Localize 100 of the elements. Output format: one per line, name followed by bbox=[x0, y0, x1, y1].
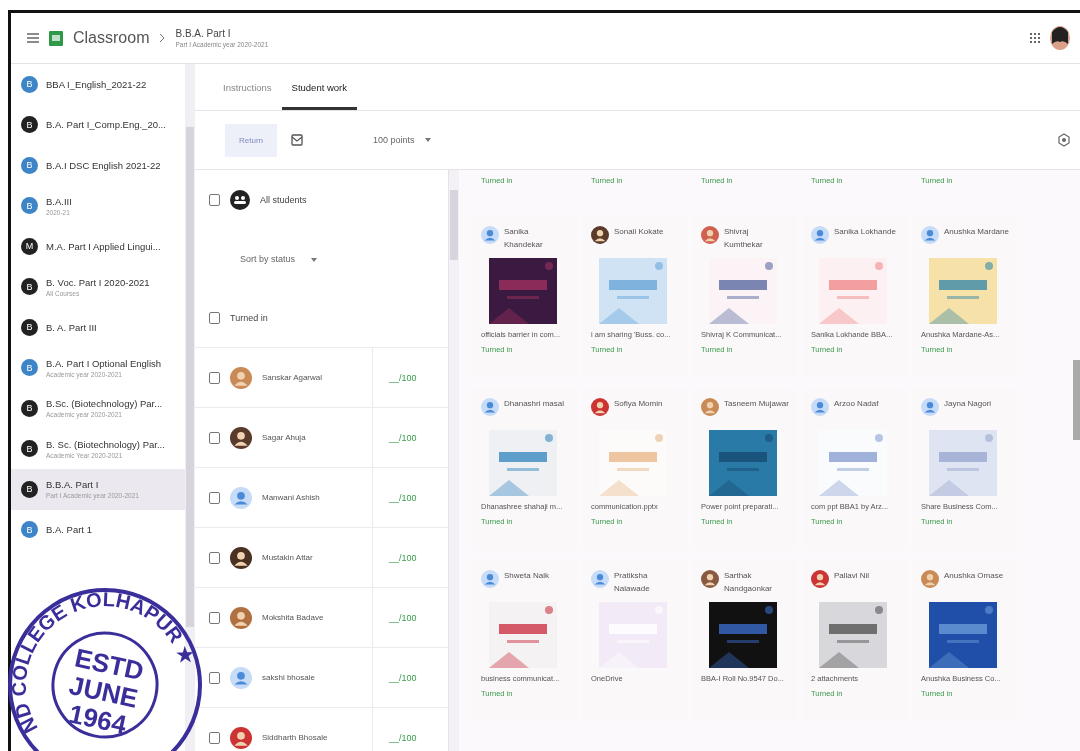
profile-photo-avatar-icon bbox=[701, 570, 719, 588]
grade-field[interactable]: __/100 bbox=[372, 648, 417, 707]
grade-field[interactable]: __/100 bbox=[372, 468, 417, 527]
class-title: B.B.A. Part I bbox=[175, 28, 232, 39]
class-avatar: B bbox=[21, 480, 38, 498]
class-avatar: B bbox=[21, 440, 38, 458]
grade-field[interactable]: __/100 bbox=[372, 588, 417, 647]
class-list-item[interactable]: M M.A. Part I Applied Lingui... bbox=[11, 226, 185, 267]
all-students-label: All students bbox=[260, 194, 307, 205]
class-name: B.A.III bbox=[46, 195, 72, 207]
caret-icon bbox=[424, 138, 431, 142]
checkbox[interactable] bbox=[209, 731, 220, 744]
group-icon bbox=[230, 189, 250, 210]
class-name: B.A. Part 1 bbox=[46, 524, 92, 536]
apps-grid-icon[interactable] bbox=[1030, 33, 1040, 43]
profile-photo-avatar-icon bbox=[230, 606, 252, 629]
settings-icon[interactable] bbox=[1058, 133, 1070, 147]
checkbox[interactable] bbox=[209, 671, 220, 684]
student-name: sakshi bhosale bbox=[262, 673, 316, 682]
class-avatar: B bbox=[21, 521, 38, 539]
classroom-logo-icon bbox=[49, 30, 63, 46]
profile-photo-avatar-icon bbox=[701, 398, 719, 416]
class-name: B.A. Part I_Comp.Eng._20... bbox=[46, 119, 166, 131]
profile-photo-avatar-icon bbox=[230, 546, 252, 569]
account-avatar-icon[interactable] bbox=[1050, 26, 1070, 50]
group-label: Turned in bbox=[230, 312, 268, 323]
checkbox[interactable] bbox=[209, 371, 220, 384]
app-name[interactable]: Classroom bbox=[73, 29, 150, 47]
student-name: Shivraj Kumthekar bbox=[724, 226, 764, 251]
class-name: B.A. Part I Optional English bbox=[46, 357, 162, 369]
person-avatar-icon bbox=[921, 398, 939, 416]
class-avatar: B bbox=[21, 116, 38, 134]
tab[interactable]: Instructions bbox=[213, 82, 282, 110]
chevron-right-icon bbox=[159, 33, 166, 43]
profile-photo-avatar-icon bbox=[230, 426, 252, 449]
class-name: B. Voc. Part I 2020-2021 bbox=[46, 276, 150, 288]
student-name: Dhanashri masal bbox=[504, 398, 565, 410]
class-list-item[interactable]: B B.A. Part I_Comp.Eng._20... bbox=[11, 104, 185, 145]
person-avatar-icon bbox=[591, 570, 609, 588]
class-name: B.Sc. (Biotechnology) Par... bbox=[46, 398, 163, 410]
student-name: Anushka Omase bbox=[944, 570, 1004, 582]
caret-icon bbox=[311, 257, 318, 262]
student-name: Shweta Naik bbox=[504, 570, 549, 582]
student-name: Jayna Nagori bbox=[944, 398, 992, 410]
class-avatar: B bbox=[21, 156, 38, 174]
class-list-item[interactable]: B B. A. Part III bbox=[11, 307, 185, 348]
grade-field[interactable]: __/100 bbox=[372, 708, 417, 751]
class-avatar: B bbox=[21, 359, 38, 377]
grade-field[interactable]: __/100 bbox=[372, 348, 417, 407]
class-avatar: M bbox=[21, 237, 38, 255]
class-name: B. Sc. (Biotechnology) Par... bbox=[46, 438, 165, 450]
checkbox[interactable] bbox=[209, 193, 220, 206]
student-name: Sanskar Agarwal bbox=[262, 373, 324, 382]
class-list-item[interactable]: B B.A.I DSC English 2021-22 bbox=[11, 145, 185, 186]
scrollbar[interactable] bbox=[1073, 360, 1080, 440]
checkbox[interactable] bbox=[209, 491, 220, 504]
class-avatar: B bbox=[21, 197, 38, 215]
checkbox[interactable] bbox=[209, 611, 220, 624]
class-avatar: B bbox=[21, 75, 38, 93]
profile-photo-avatar-icon bbox=[230, 366, 252, 389]
profile-photo-avatar-icon bbox=[591, 398, 609, 416]
class-name: B. A. Part III bbox=[46, 321, 97, 333]
grade-field[interactable]: __/100 bbox=[372, 528, 417, 587]
student-name: Manwani Ashish bbox=[262, 493, 321, 502]
class-list-item[interactable]: B B.A. Part 1 bbox=[11, 509, 185, 550]
person-avatar-icon bbox=[230, 486, 252, 509]
sort-dropdown[interactable]: Sort by status bbox=[234, 252, 324, 265]
student-name: Sonali Kokate bbox=[614, 226, 664, 238]
student-name: Tasneem Mujawar bbox=[724, 398, 789, 410]
student-name: Mustakin Attar bbox=[262, 553, 314, 562]
scrollbar[interactable] bbox=[449, 170, 459, 751]
student-name: Siddharth Bhosale bbox=[262, 733, 329, 742]
profile-photo-avatar-icon bbox=[811, 570, 829, 588]
student-name: Mokshita Badave bbox=[262, 613, 325, 622]
person-avatar-icon bbox=[481, 398, 499, 416]
profile-photo-avatar-icon bbox=[701, 226, 719, 244]
class-name: B.A.I DSC English 2021-22 bbox=[46, 159, 161, 171]
person-avatar-icon bbox=[481, 226, 499, 244]
class-avatar: B bbox=[21, 318, 38, 336]
checkbox[interactable] bbox=[209, 551, 220, 564]
checkbox[interactable] bbox=[209, 431, 220, 444]
class-avatar: B bbox=[21, 278, 38, 296]
points-dropdown[interactable]: 100 points bbox=[367, 134, 437, 146]
email-icon[interactable] bbox=[291, 134, 303, 146]
student-name: Sofiya Momin bbox=[614, 398, 663, 410]
checkbox[interactable] bbox=[209, 311, 220, 324]
student-name: Pratiksha Nalawade bbox=[614, 570, 651, 595]
profile-photo-avatar-icon bbox=[921, 570, 939, 588]
student-name: Sanika Lokhande bbox=[834, 226, 896, 238]
class-name: BBA I_English_2021-22 bbox=[46, 78, 147, 90]
grade-field[interactable]: __/100 bbox=[372, 408, 417, 467]
person-avatar-icon bbox=[921, 226, 939, 244]
person-avatar-icon bbox=[481, 570, 499, 588]
person-avatar-icon bbox=[230, 666, 252, 689]
class-list-item[interactable]: B BBA I_English_2021-22 bbox=[11, 64, 185, 105]
student-name: Arzoo Nadaf bbox=[834, 398, 879, 410]
student-name: Anushka Mardane bbox=[944, 226, 1009, 238]
class-avatar: B bbox=[21, 399, 38, 417]
person-avatar-icon bbox=[811, 226, 829, 244]
menu-icon[interactable] bbox=[27, 33, 39, 43]
